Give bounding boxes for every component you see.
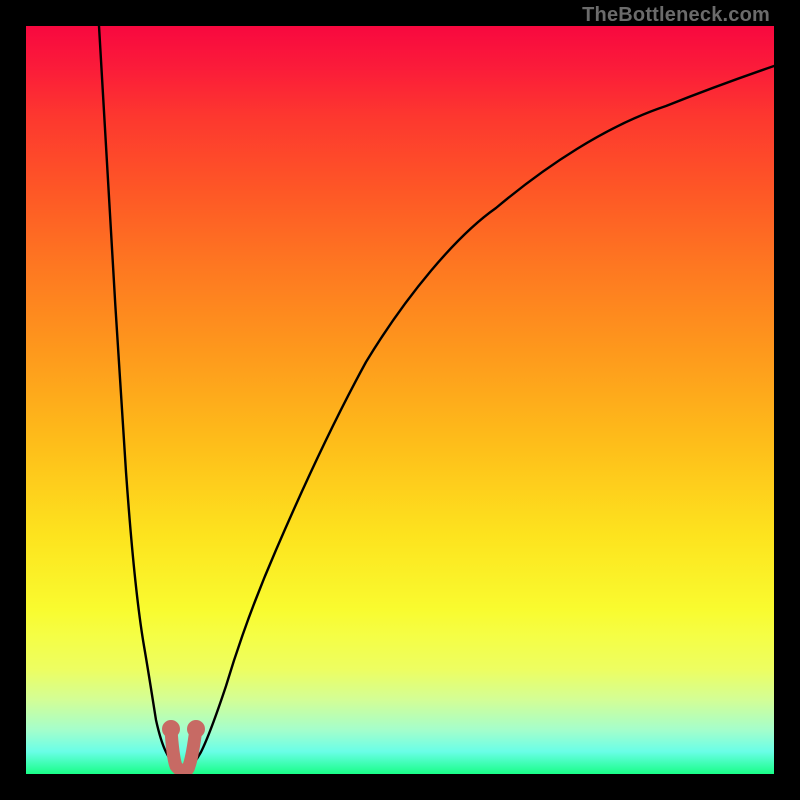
chart-frame: TheBottleneck.com — [0, 0, 800, 800]
plot-area — [26, 26, 774, 774]
curve-group — [99, 26, 774, 771]
attribution-text: TheBottleneck.com — [582, 4, 770, 27]
valley-markers — [164, 722, 203, 771]
curve-right — [189, 66, 774, 768]
curve-left — [99, 26, 179, 768]
marker-connector — [171, 729, 196, 771]
curves-svg — [26, 26, 774, 774]
